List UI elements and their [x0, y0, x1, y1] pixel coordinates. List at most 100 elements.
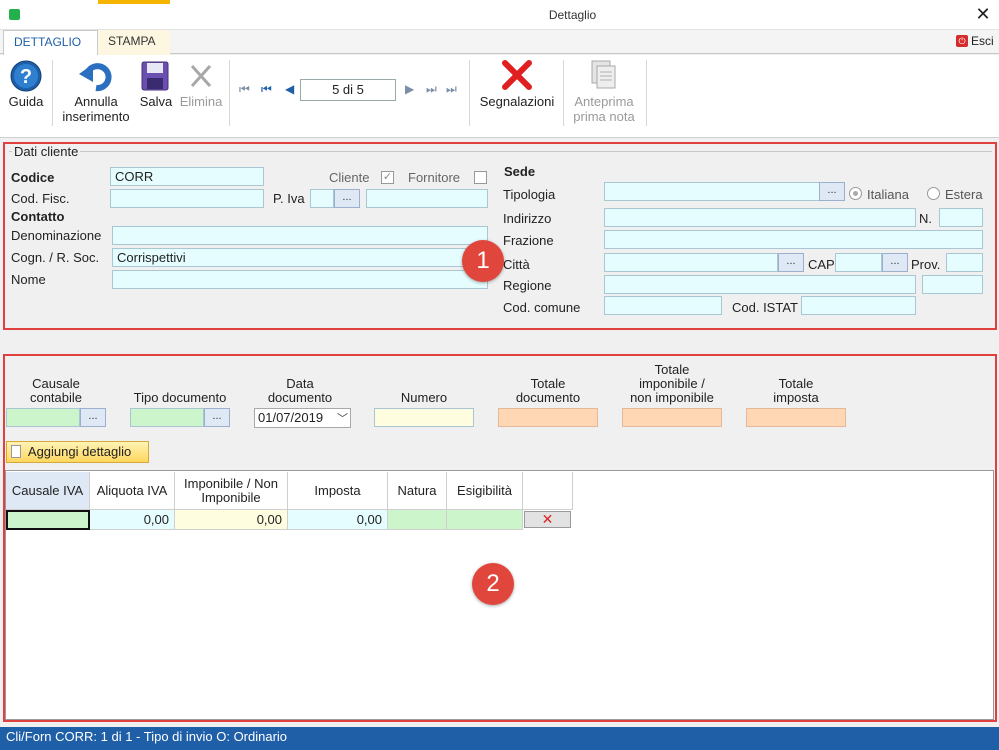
totale-imponibile-field[interactable]	[622, 408, 722, 427]
tab-highlight	[98, 0, 170, 4]
cod-comune-field[interactable]	[604, 296, 722, 315]
column-header-natura[interactable]: Natura	[388, 472, 447, 510]
column-header-imponibile[interactable]: Imponibile / Non Imponibile	[175, 472, 288, 510]
column-header-causale-iva[interactable]: Causale IVA	[6, 472, 90, 510]
column-header-aliquota-iva[interactable]: Aliquota IVA	[90, 472, 175, 510]
totale-imponibile-label: Totale imponibile / non imponibile	[612, 363, 732, 405]
salva-button[interactable]: Salva	[136, 58, 176, 118]
fornitore-label: Fornitore	[408, 170, 461, 185]
next-page-icon[interactable]: ⏭	[426, 82, 437, 97]
column-header-esigibilita[interactable]: Esigibilità	[447, 472, 523, 510]
numero-civico-label: N.	[919, 211, 932, 226]
cell-imponibile[interactable]: 0,00	[175, 510, 288, 530]
document-preview-icon	[591, 60, 616, 89]
separator	[563, 60, 564, 126]
cap-field[interactable]	[835, 253, 882, 272]
totale-imposta-field[interactable]	[746, 408, 846, 427]
tipo-documento-lookup-button[interactable]: ...	[204, 408, 230, 427]
cap-lookup-button[interactable]: ...	[882, 253, 908, 272]
codice-label: Codice	[11, 170, 55, 185]
piva-label: P. Iva	[273, 191, 305, 206]
data-documento-value: 01/07/2019	[258, 410, 324, 425]
totale-imposta-label-line2: imposta	[773, 390, 819, 405]
regione-code-field[interactable]	[922, 275, 983, 294]
cell-imposta[interactable]: 0,00	[288, 510, 388, 530]
chevron-down-icon[interactable]: ﹀	[337, 410, 348, 426]
column-header-imposta[interactable]: Imposta	[288, 472, 388, 510]
indirizzo-label: Indirizzo	[503, 211, 552, 226]
cognome-field[interactable]: Corrispettivi	[112, 248, 488, 267]
citta-field[interactable]	[604, 253, 778, 272]
indirizzo-field[interactable]	[604, 208, 916, 227]
first-record-icon[interactable]: ⏮	[239, 82, 250, 97]
nome-label: Nome	[11, 272, 46, 287]
tipo-documento-field[interactable]	[130, 408, 204, 427]
data-documento-picker[interactable]: 01/07/2019 ﹀	[254, 408, 351, 428]
annulla-label-line2: inserimento	[62, 109, 130, 124]
prov-field[interactable]	[946, 253, 983, 272]
svg-text:?: ?	[20, 66, 32, 88]
next-record-icon[interactable]: ▶	[405, 82, 414, 96]
denominazione-field[interactable]	[112, 226, 488, 245]
totale-imposta-label-line1: Totale	[778, 376, 814, 391]
guida-button[interactable]: ? Guida	[4, 58, 48, 118]
causale-contabile-lookup-button[interactable]: ...	[80, 408, 106, 427]
delete-row-icon: ✕	[541, 511, 554, 527]
totale-imposta-label: Totale imposta	[746, 377, 846, 405]
esci-button[interactable]: Esci	[971, 34, 994, 48]
totale-imponibile-label-line2: imponibile /	[639, 376, 705, 391]
citta-lookup-button[interactable]: ...	[778, 253, 804, 272]
delete-icon	[190, 64, 212, 88]
nome-field[interactable]	[112, 270, 488, 289]
column-header-actions	[523, 472, 573, 510]
tipologia-label: Tipologia	[503, 187, 556, 202]
numero-field[interactable]	[374, 408, 474, 427]
cod-istat-label: Cod. ISTAT	[732, 300, 798, 315]
cell-aliquota-iva[interactable]: 0,00	[90, 510, 175, 530]
regione-field[interactable]	[604, 275, 916, 294]
cod-istat-field[interactable]	[801, 296, 916, 315]
causale-contabile-field[interactable]	[6, 408, 80, 427]
aggiungi-dettaglio-button[interactable]: Aggiungi dettaglio	[6, 441, 149, 463]
cod-fisc-field[interactable]	[110, 189, 264, 208]
segnalazioni-label: Segnalazioni	[479, 94, 555, 109]
cell-causale-iva[interactable]	[6, 510, 90, 530]
elimina-button[interactable]: Elimina	[177, 58, 225, 118]
cliente-checkbox[interactable]: ✓	[381, 171, 394, 184]
tipo-documento-label: Tipo documento	[133, 390, 227, 405]
record-position-field[interactable]: 5 di 5	[300, 79, 396, 101]
codice-field[interactable]: CORR	[110, 167, 264, 186]
cell-natura[interactable]	[388, 510, 447, 530]
cell-esigibilita[interactable]	[447, 510, 523, 530]
anteprima-prima-nota-button[interactable]: Anteprima prima nota	[566, 58, 642, 124]
cliente-label: Cliente	[329, 170, 370, 185]
annulla-inserimento-button[interactable]: Annulla inserimento	[56, 58, 136, 124]
prev-page-icon[interactable]: ⏮	[261, 82, 272, 97]
warning-x-icon	[502, 60, 532, 90]
tab-dettaglio[interactable]: DETTAGLIO	[3, 30, 98, 55]
totale-documento-field[interactable]	[498, 408, 598, 427]
tipologia-lookup-button[interactable]: ...	[819, 182, 845, 201]
segnalazioni-button[interactable]: Segnalazioni	[473, 58, 561, 118]
frazione-field[interactable]	[604, 230, 983, 249]
prev-record-icon[interactable]: ◀	[285, 82, 294, 96]
fornitore-checkbox[interactable]	[474, 171, 487, 184]
piva-lookup-button[interactable]: ...	[334, 189, 360, 208]
piva-country-field[interactable]	[310, 189, 334, 208]
anteprima-label-line2: prima nota	[573, 109, 635, 124]
power-icon[interactable]: ⏻	[956, 35, 968, 47]
estera-radio[interactable]	[927, 187, 940, 200]
annulla-label-line1: Annulla	[74, 94, 118, 109]
tipologia-field[interactable]	[604, 182, 820, 201]
tab-stampa[interactable]: STAMPA	[98, 30, 170, 55]
totale-imponibile-label-line1: Totale	[654, 362, 690, 377]
aggiungi-dettaglio-label: Aggiungi dettaglio	[27, 444, 132, 459]
causale-contabile-label-line2: contabile	[29, 390, 83, 405]
delete-row-button[interactable]: ✕	[524, 511, 571, 528]
italiana-radio[interactable]	[849, 187, 862, 200]
regione-label: Regione	[503, 278, 552, 293]
piva-field[interactable]	[366, 189, 488, 208]
close-icon[interactable]: ✕	[972, 3, 994, 25]
last-record-icon[interactable]: ⏭	[446, 82, 457, 97]
numero-civico-field[interactable]	[939, 208, 983, 227]
